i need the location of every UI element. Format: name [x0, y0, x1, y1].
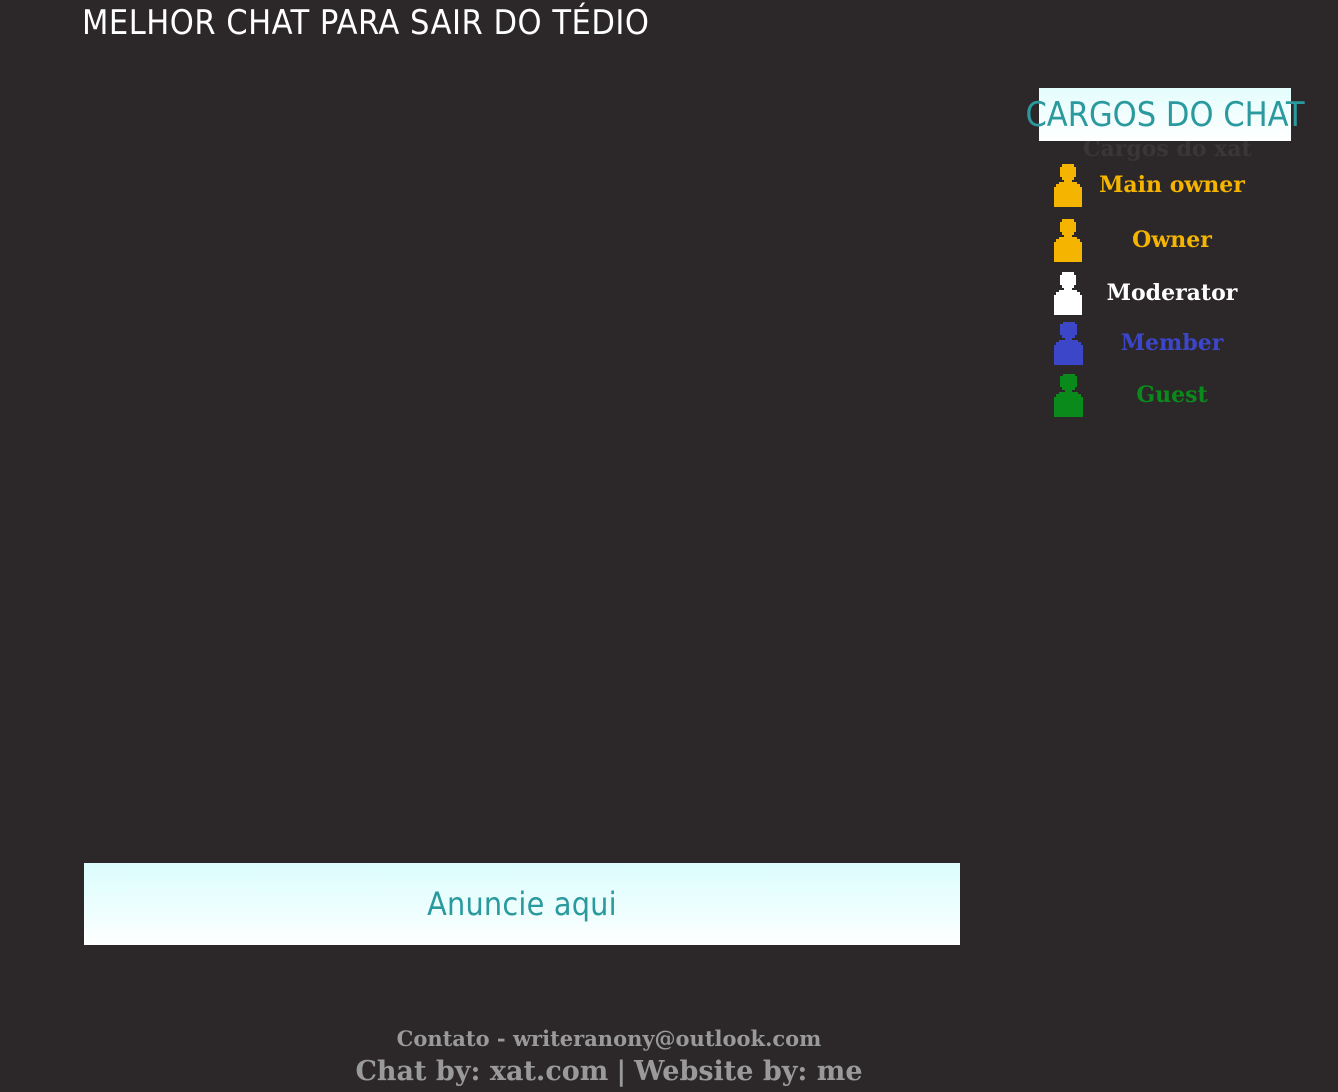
page-title: MELHOR CHAT PARA SAIR DO TÉDIO — [82, 3, 650, 43]
role-label: Main owner — [1099, 172, 1245, 198]
chat-by-link[interactable]: Chat by: xat.com — [355, 1056, 608, 1087]
person-icon — [1054, 272, 1082, 315]
role-label: Owner — [1132, 227, 1212, 253]
role-main-owner: Main owner — [1039, 163, 1291, 207]
role-label: Member — [1120, 330, 1224, 356]
footer-credits: Chat by: xat.com | Website by: me — [0, 1056, 1218, 1087]
person-icon — [1054, 322, 1083, 365]
website-by-text: Website by: me — [634, 1056, 863, 1087]
roles-title: CARGOS DO CHAT — [1025, 94, 1305, 135]
role-owner: Owner — [1039, 218, 1291, 262]
ad-banner[interactable]: Anuncie aqui — [84, 863, 960, 945]
ad-banner-label: Anuncie aqui — [427, 885, 617, 923]
role-label: Moderator — [1106, 280, 1238, 306]
footer-separator: | — [616, 1056, 627, 1087]
roles-header: CARGOS DO CHAT — [1025, 88, 1305, 141]
role-member: Member — [1039, 321, 1291, 365]
person-icon — [1054, 374, 1083, 417]
person-icon — [1054, 219, 1082, 262]
role-guest: Guest — [1039, 373, 1291, 417]
chat-embed-area[interactable] — [84, 64, 960, 844]
role-label: Guest — [1136, 382, 1208, 408]
roles-panel: CARGOS DO CHAT Cargos do xat Main owner … — [1025, 88, 1305, 417]
person-icon — [1054, 164, 1082, 207]
role-moderator: Moderator — [1039, 271, 1291, 315]
footer-contact: Contato - writeranony@outlook.com — [396, 1026, 822, 1051]
